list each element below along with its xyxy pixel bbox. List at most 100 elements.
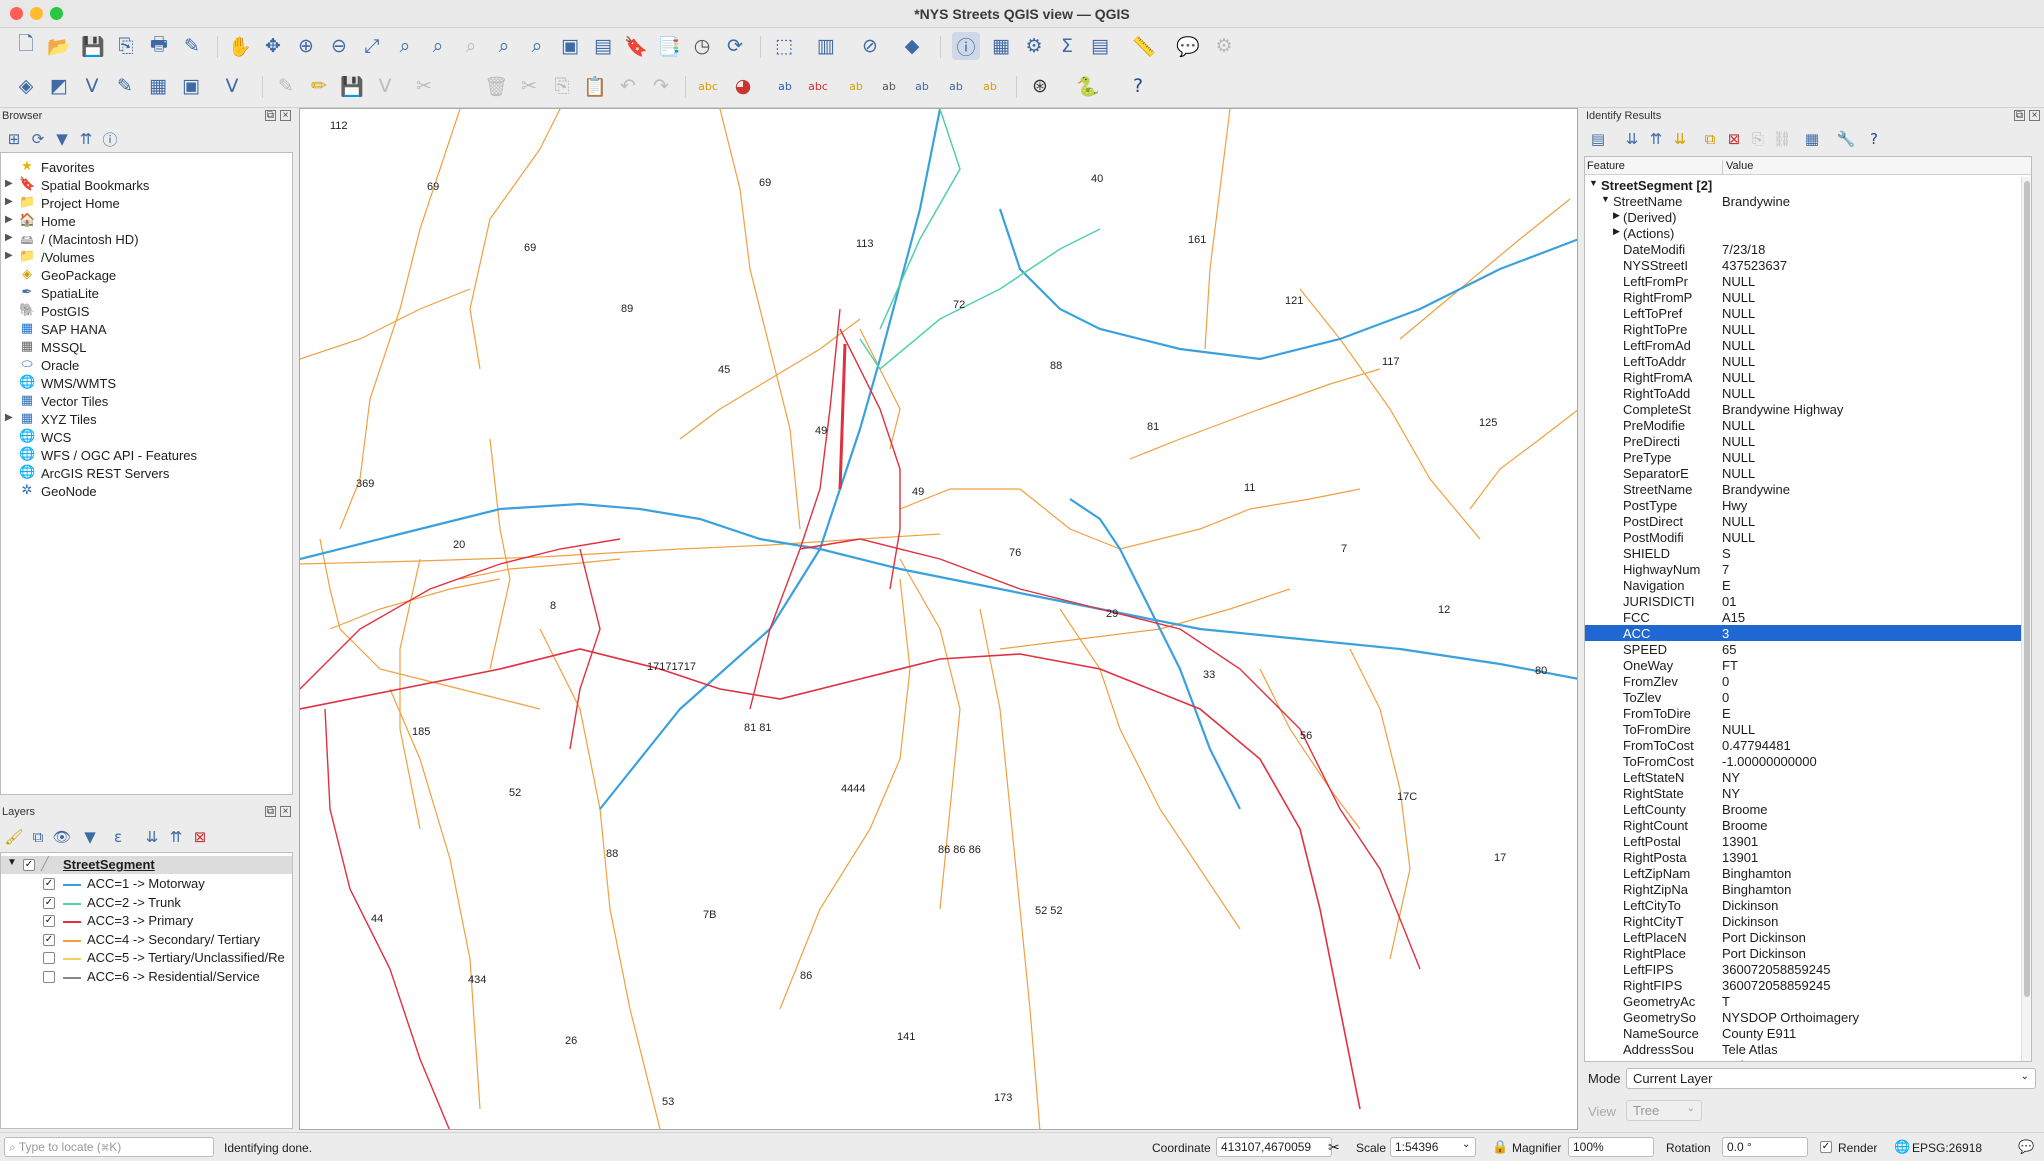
secondary-road-line[interactable] bbox=[329, 578, 501, 630]
attribute-row[interactable]: LeftFromAd NULL bbox=[1585, 337, 2031, 353]
browser-item[interactable]: ✒ SpatiaLite bbox=[1, 285, 291, 303]
crs-value[interactable]: EPSG:26918 bbox=[1912, 1141, 1982, 1155]
open-project-icon[interactable]: 📂 bbox=[45, 32, 73, 60]
secondary-road-line[interactable] bbox=[300, 288, 471, 360]
attribute-row[interactable]: GeometryAc T bbox=[1585, 993, 2031, 1009]
browser-item[interactable]: ▦ MSSQL bbox=[1, 339, 291, 357]
attribute-row[interactable]: LeftCityTo Dickinson bbox=[1585, 897, 2031, 913]
trunk-line[interactable] bbox=[879, 109, 961, 330]
map-canvas[interactable]: 112 69 69 89 45 49 49 76 29 33 56 17C 17 44 434 26 53 69 1… bbox=[299, 108, 1578, 1130]
layer-row-streetsegment[interactable]: ▼ ✓ ╱ StreetSegment bbox=[1, 856, 292, 874]
view-select[interactable]: Tree ⌄ bbox=[1626, 1100, 1702, 1121]
pan-to-selection-icon[interactable]: ✥ bbox=[259, 32, 287, 60]
browser-item[interactable]: ▶ 🏠 Home bbox=[1, 213, 291, 231]
browser-item[interactable]: ▶ 🔖 Spatial Bookmarks bbox=[1, 177, 291, 195]
motorway-line[interactable] bbox=[998, 208, 1578, 361]
browser-item[interactable]: ▦ Vector Tiles bbox=[1, 393, 291, 411]
layer-visibility-checkbox[interactable]: ✓ bbox=[23, 859, 35, 871]
add-feature-icon[interactable]: V bbox=[371, 72, 399, 100]
expand-arrow-icon[interactable]: ▶ bbox=[5, 196, 13, 207]
secondary-road-line[interactable] bbox=[899, 558, 961, 910]
attribute-row[interactable]: PreDirecti NULL bbox=[1585, 433, 2031, 449]
secondary-road-line[interactable] bbox=[389, 688, 481, 1110]
attribute-row[interactable]: DateModifi 7/23/18 bbox=[1585, 241, 2031, 257]
locator-search-input[interactable]: ⌕ Type to locate (⌘K) bbox=[4, 1137, 214, 1157]
legend-class-row[interactable]: ACC=5 -> Tertiary/Unclassified/Re bbox=[1, 949, 291, 967]
browser-item[interactable]: ▶ ▦ XYZ Tiles bbox=[1, 411, 291, 429]
redo-icon[interactable]: ↷ bbox=[647, 72, 675, 100]
new-project-icon[interactable]: 🗋 bbox=[12, 32, 40, 60]
attribute-row[interactable]: GeometrySo NYSDOP Orthoimagery bbox=[1585, 1009, 2031, 1025]
identify-feature-row[interactable]: ▼ StreetName Brandywine bbox=[1585, 193, 2031, 209]
attribute-row[interactable]: ToFromCost -1.00000000000 bbox=[1585, 753, 2031, 769]
primary-road-line[interactable] bbox=[300, 538, 621, 690]
clear-results-icon[interactable]: ⧉ bbox=[1700, 129, 1720, 149]
layer-styling-icon[interactable]: 🖌 bbox=[4, 827, 24, 847]
zoom-full-icon[interactable]: ⤢ bbox=[358, 32, 386, 60]
chevron-down-icon[interactable]: ⌄ bbox=[1462, 1139, 1470, 1150]
secondary-road-line[interactable] bbox=[469, 109, 561, 370]
browser-item[interactable]: ▦ SAP HANA bbox=[1, 321, 291, 339]
secondary-road-line[interactable] bbox=[1129, 368, 1381, 460]
secondary-road-line[interactable] bbox=[1349, 648, 1411, 960]
attribute-row[interactable]: LeftCounty Broome bbox=[1585, 801, 2031, 817]
secondary-road-line[interactable] bbox=[979, 608, 1041, 1130]
expand-arrow-icon[interactable]: ▶ bbox=[5, 214, 13, 225]
pin-labels-icon[interactable]: ab bbox=[771, 72, 799, 100]
vertex-tool-icon[interactable]: ✂ bbox=[410, 72, 438, 100]
primary-road-line[interactable] bbox=[324, 708, 450, 1130]
zoom-out-icon[interactable]: ⊖ bbox=[325, 32, 353, 60]
attribute-row[interactable]: LeftFromPr NULL bbox=[1585, 273, 2031, 289]
browser-item[interactable]: ★ Favorites bbox=[1, 159, 291, 177]
browser-item[interactable]: 🌐 WMS/WMTS bbox=[1, 375, 291, 393]
attribute-row[interactable]: HighwayNum 7 bbox=[1585, 561, 2031, 577]
attribute-row[interactable]: ToFromDire NULL bbox=[1585, 721, 2031, 737]
browser-item[interactable]: 🐘 PostGIS bbox=[1, 303, 291, 321]
deselect-features-icon[interactable]: ⊘ bbox=[856, 32, 884, 60]
collapse-all-icon[interactable]: ⇈ bbox=[166, 827, 186, 847]
show-bookmarks-icon[interactable]: 📑 bbox=[655, 32, 683, 60]
attribute-row[interactable]: RightFromA NULL bbox=[1585, 369, 2031, 385]
save-project-icon[interactable]: 💾 bbox=[79, 32, 107, 60]
virtual-layer-icon[interactable]: V bbox=[218, 72, 246, 100]
crs-globe-icon[interactable]: 🌐 bbox=[1894, 1139, 1910, 1155]
copy-features-icon[interactable]: ⎘ bbox=[548, 72, 576, 100]
undo-icon[interactable]: ↶ bbox=[614, 72, 642, 100]
attribute-row[interactable]: NameSource County E911 bbox=[1585, 1025, 2031, 1041]
clear-highlights-icon[interactable]: ⊠ bbox=[1724, 129, 1744, 149]
primary-road-line[interactable] bbox=[749, 308, 841, 710]
highlight-labels-icon[interactable]: abc bbox=[804, 72, 832, 100]
delete-selected-icon[interactable]: 🗑 bbox=[482, 72, 510, 100]
remove-layer-icon[interactable]: ⊠ bbox=[190, 827, 210, 847]
zoom-last-icon[interactable]: ⌕ bbox=[490, 32, 518, 60]
pan-map-icon[interactable]: ✋ bbox=[226, 32, 254, 60]
attribute-row[interactable]: CompleteSt Brandywine Highway bbox=[1585, 401, 2031, 417]
rotation-field[interactable]: 0.0 ° bbox=[1722, 1137, 1808, 1157]
attribute-row[interactable]: FromZlev 0 bbox=[1585, 673, 2031, 689]
field-calculator-icon[interactable]: ▤ bbox=[1086, 32, 1114, 60]
secondary-road-line[interactable] bbox=[1204, 109, 1231, 350]
link-icon[interactable]: ⛓ bbox=[1772, 129, 1792, 149]
attribute-row[interactable]: FromToDire E bbox=[1585, 705, 2031, 721]
filter-icon[interactable]: ▼ bbox=[52, 129, 72, 149]
label-properties-icon[interactable]: ab bbox=[976, 72, 1004, 100]
attribute-row[interactable]: PreType NULL bbox=[1585, 449, 2031, 465]
layers-tree[interactable]: ▼ ✓ ╱ StreetSegment ✓ ACC=1 -> Motorway ✓ A… bbox=[0, 852, 293, 1129]
map-tips-icon[interactable]: 💬 bbox=[1174, 32, 1202, 60]
select-features-icon[interactable]: ⬚ bbox=[770, 32, 798, 60]
zoom-to-selection-icon[interactable]: ⌕ bbox=[391, 32, 419, 60]
browser-item[interactable]: ✲ GeoNode bbox=[1, 483, 291, 501]
identify-actions-row[interactable]: ▶ (Actions) bbox=[1585, 225, 2031, 241]
attribute-row[interactable]: LeftPostal 13901 bbox=[1585, 833, 2031, 849]
zoom-native-icon[interactable]: ⌕ bbox=[457, 32, 485, 60]
identify-scrollbar[interactable] bbox=[2021, 177, 2031, 1061]
diagram-icon[interactable]: ◕ bbox=[729, 72, 757, 100]
motorway-line[interactable] bbox=[1069, 498, 1241, 810]
attribute-row[interactable]: LeftPlaceN Port Dickinson bbox=[1585, 929, 2031, 945]
identify-features-icon[interactable]: ⓘ bbox=[952, 32, 980, 60]
filter-expression-icon[interactable]: ε bbox=[108, 827, 128, 847]
new-shapefile-icon[interactable]: ▦ bbox=[144, 72, 172, 100]
toggle-editing-icon[interactable]: ✏ bbox=[305, 72, 333, 100]
browser-item[interactable]: ▶ 📁 Project Home bbox=[1, 195, 291, 213]
new-map-view-icon[interactable]: ▣ bbox=[556, 32, 584, 60]
